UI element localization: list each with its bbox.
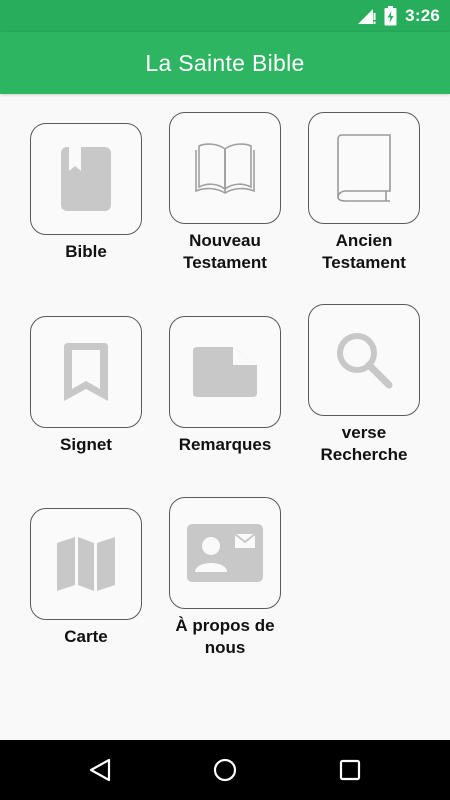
tile-icon-box[interactable] [308,304,420,416]
status-icons: 3:26 [358,0,440,32]
tile-label: Signet [16,434,156,456]
tile-label: verse Recherche [294,422,434,466]
tile-label: Remarques [155,434,295,456]
tile-bible[interactable]: Bible [30,123,142,263]
tile-old-testament[interactable]: Ancien Testament [308,112,420,274]
tile-verse-search[interactable]: verse Recherche [308,304,420,466]
tile-label: Nouveau Testament [155,230,295,274]
page-title: La Sainte Bible [145,49,305,76]
tile-label-line: verse [341,423,387,442]
battery-charging-icon [384,6,397,26]
app-bar: La Sainte Bible [0,32,450,94]
tile-label-line: Signet [60,435,112,454]
search-icon [337,333,393,389]
back-button[interactable] [70,740,130,800]
tile-label-line: Remarques [178,435,272,454]
tile-label-line: Testament [183,253,267,272]
tile-label-line: Ancien [335,231,393,250]
tile-icon-box[interactable] [30,508,142,620]
recents-square-icon [339,759,361,781]
tile-about-us[interactable]: À propos de nous [169,497,281,659]
tile-bookmark[interactable]: Signet [30,316,142,456]
tile-label: Bible [16,241,156,263]
menu-grid: Bible Nouveau Testament Ancien Testament… [0,94,450,740]
note-icon [193,347,257,397]
tile-label-line: Bible [65,242,107,261]
home-button[interactable] [195,740,255,800]
recents-button[interactable] [320,740,380,800]
tile-label-line: À propos de [175,616,275,635]
signal-icon [358,9,376,24]
book-icon [61,147,111,211]
navigation-bar [0,740,450,800]
tile-new-testament[interactable]: Nouveau Testament [169,112,281,274]
map-icon [57,537,115,591]
tile-icon-box[interactable] [30,316,142,428]
tile-label: Carte [16,626,156,648]
home-circle-icon [213,758,237,782]
tile-label: À propos de nous [155,615,295,659]
closed-book-icon [337,134,391,202]
tile-label-line: nous [204,638,246,657]
tile-notes[interactable]: Remarques [169,316,281,456]
bookmark-icon [64,343,108,401]
tile-label-line: Testament [322,253,406,272]
tile-label: Ancien Testament [294,230,434,274]
tile-label-line: Nouveau [189,231,261,250]
status-time: 3:26 [405,6,440,25]
tile-icon-box[interactable] [169,112,281,224]
tile-label-line: Carte [64,627,108,646]
tile-icon-box[interactable] [30,123,142,235]
back-triangle-icon [89,758,111,782]
status-bar: 3:26 [0,0,450,32]
tile-icon-box[interactable] [308,112,420,224]
tile-map[interactable]: Carte [30,508,142,648]
open-book-icon [195,143,255,194]
tile-icon-box[interactable] [169,316,281,428]
tile-icon-box[interactable] [169,497,281,609]
contact-card-icon [187,524,263,582]
tile-label-line: Recherche [320,445,408,464]
